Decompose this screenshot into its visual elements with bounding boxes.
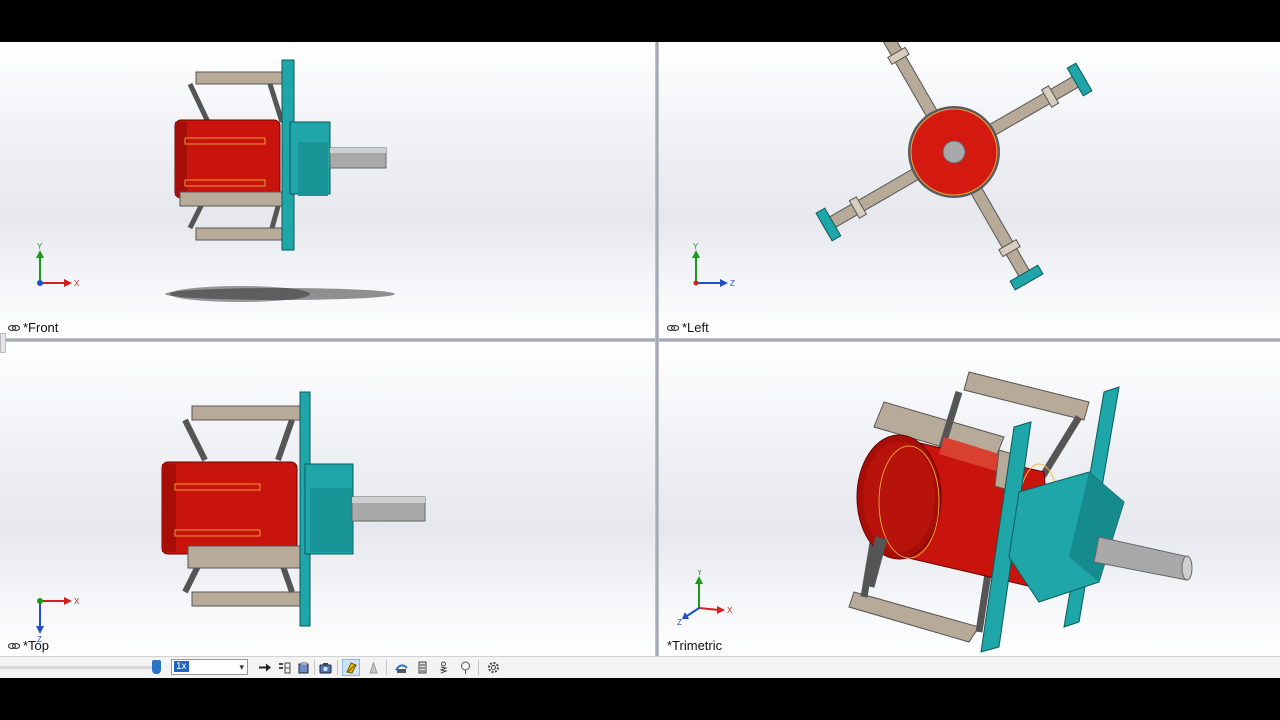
arrow-right-icon[interactable]	[255, 659, 273, 676]
step-icon[interactable]	[275, 659, 293, 676]
link-icon[interactable]	[8, 642, 20, 650]
playback-speed-value: 1x	[174, 661, 189, 672]
gravity-icon[interactable]	[456, 659, 474, 676]
viewport-label-top[interactable]: *Top	[8, 638, 49, 653]
viewport-front[interactable]: Y X *Front	[0, 42, 655, 338]
axis-label-tri-horizontal: X	[727, 606, 733, 615]
viewport-title-front: *Front	[23, 320, 59, 335]
playback-slider-track[interactable]	[0, 666, 155, 669]
viewport-top[interactable]: Z X *Top	[0, 342, 655, 656]
toolbar-separator	[337, 660, 338, 675]
motor-icon[interactable]	[392, 659, 410, 676]
vertical-splitter[interactable]	[655, 42, 659, 656]
viewport-label-left[interactable]: *Left	[667, 320, 709, 335]
axis-label-top-horizontal: X	[74, 597, 80, 606]
axis-label-tri-depth: Z	[677, 618, 682, 627]
light-icon[interactable]	[364, 659, 382, 676]
link-icon[interactable]	[8, 324, 20, 332]
axis-triad-trimetric: Y X Z	[677, 570, 733, 627]
viewport-label-front[interactable]: *Front	[8, 320, 58, 335]
viewport-title-top: *Top	[23, 638, 50, 653]
camera-icon[interactable]	[316, 659, 334, 676]
playback-slider-thumb[interactable]	[152, 660, 161, 674]
toolbar-separator	[386, 660, 387, 675]
settings-icon[interactable]	[484, 659, 502, 676]
axis-label-left-horizontal: Z	[730, 279, 735, 288]
chevron-down-icon: ▾	[239, 662, 244, 672]
horizontal-splitter[interactable]	[0, 338, 1280, 342]
playback-speed-select[interactable]: 1x ▾	[171, 659, 248, 675]
axis-triad-left: Y Z	[692, 242, 735, 288]
link-icon[interactable]	[667, 324, 679, 332]
viewport-title-trimetric: *Trimetric	[667, 638, 723, 653]
toolbar-separator	[478, 660, 479, 675]
motion-toolbar: 1x ▾	[0, 656, 1280, 678]
axis-label-tri-vertical: Y	[697, 570, 703, 577]
axis-label-front-horizontal: X	[74, 279, 80, 288]
axis-label-left-vertical: Y	[693, 242, 699, 251]
render-icon[interactable]	[342, 659, 360, 676]
toolbar-separator	[314, 660, 315, 675]
side-panel-handle[interactable]	[0, 333, 6, 353]
list-icon[interactable]	[413, 659, 431, 676]
viewport-title-left: *Left	[682, 320, 709, 335]
viewport-label-trimetric[interactable]: *Trimetric	[667, 638, 722, 653]
viewport-trimetric[interactable]: Y X Z *Trimetric	[659, 342, 1280, 656]
axis-triad-front: Y X	[36, 242, 80, 288]
cube-icon[interactable]	[294, 659, 312, 676]
axis-label-front-vertical: Y	[37, 242, 43, 251]
spring-icon[interactable]	[434, 659, 452, 676]
viewport-left[interactable]: Y Z *Left	[659, 42, 1280, 338]
